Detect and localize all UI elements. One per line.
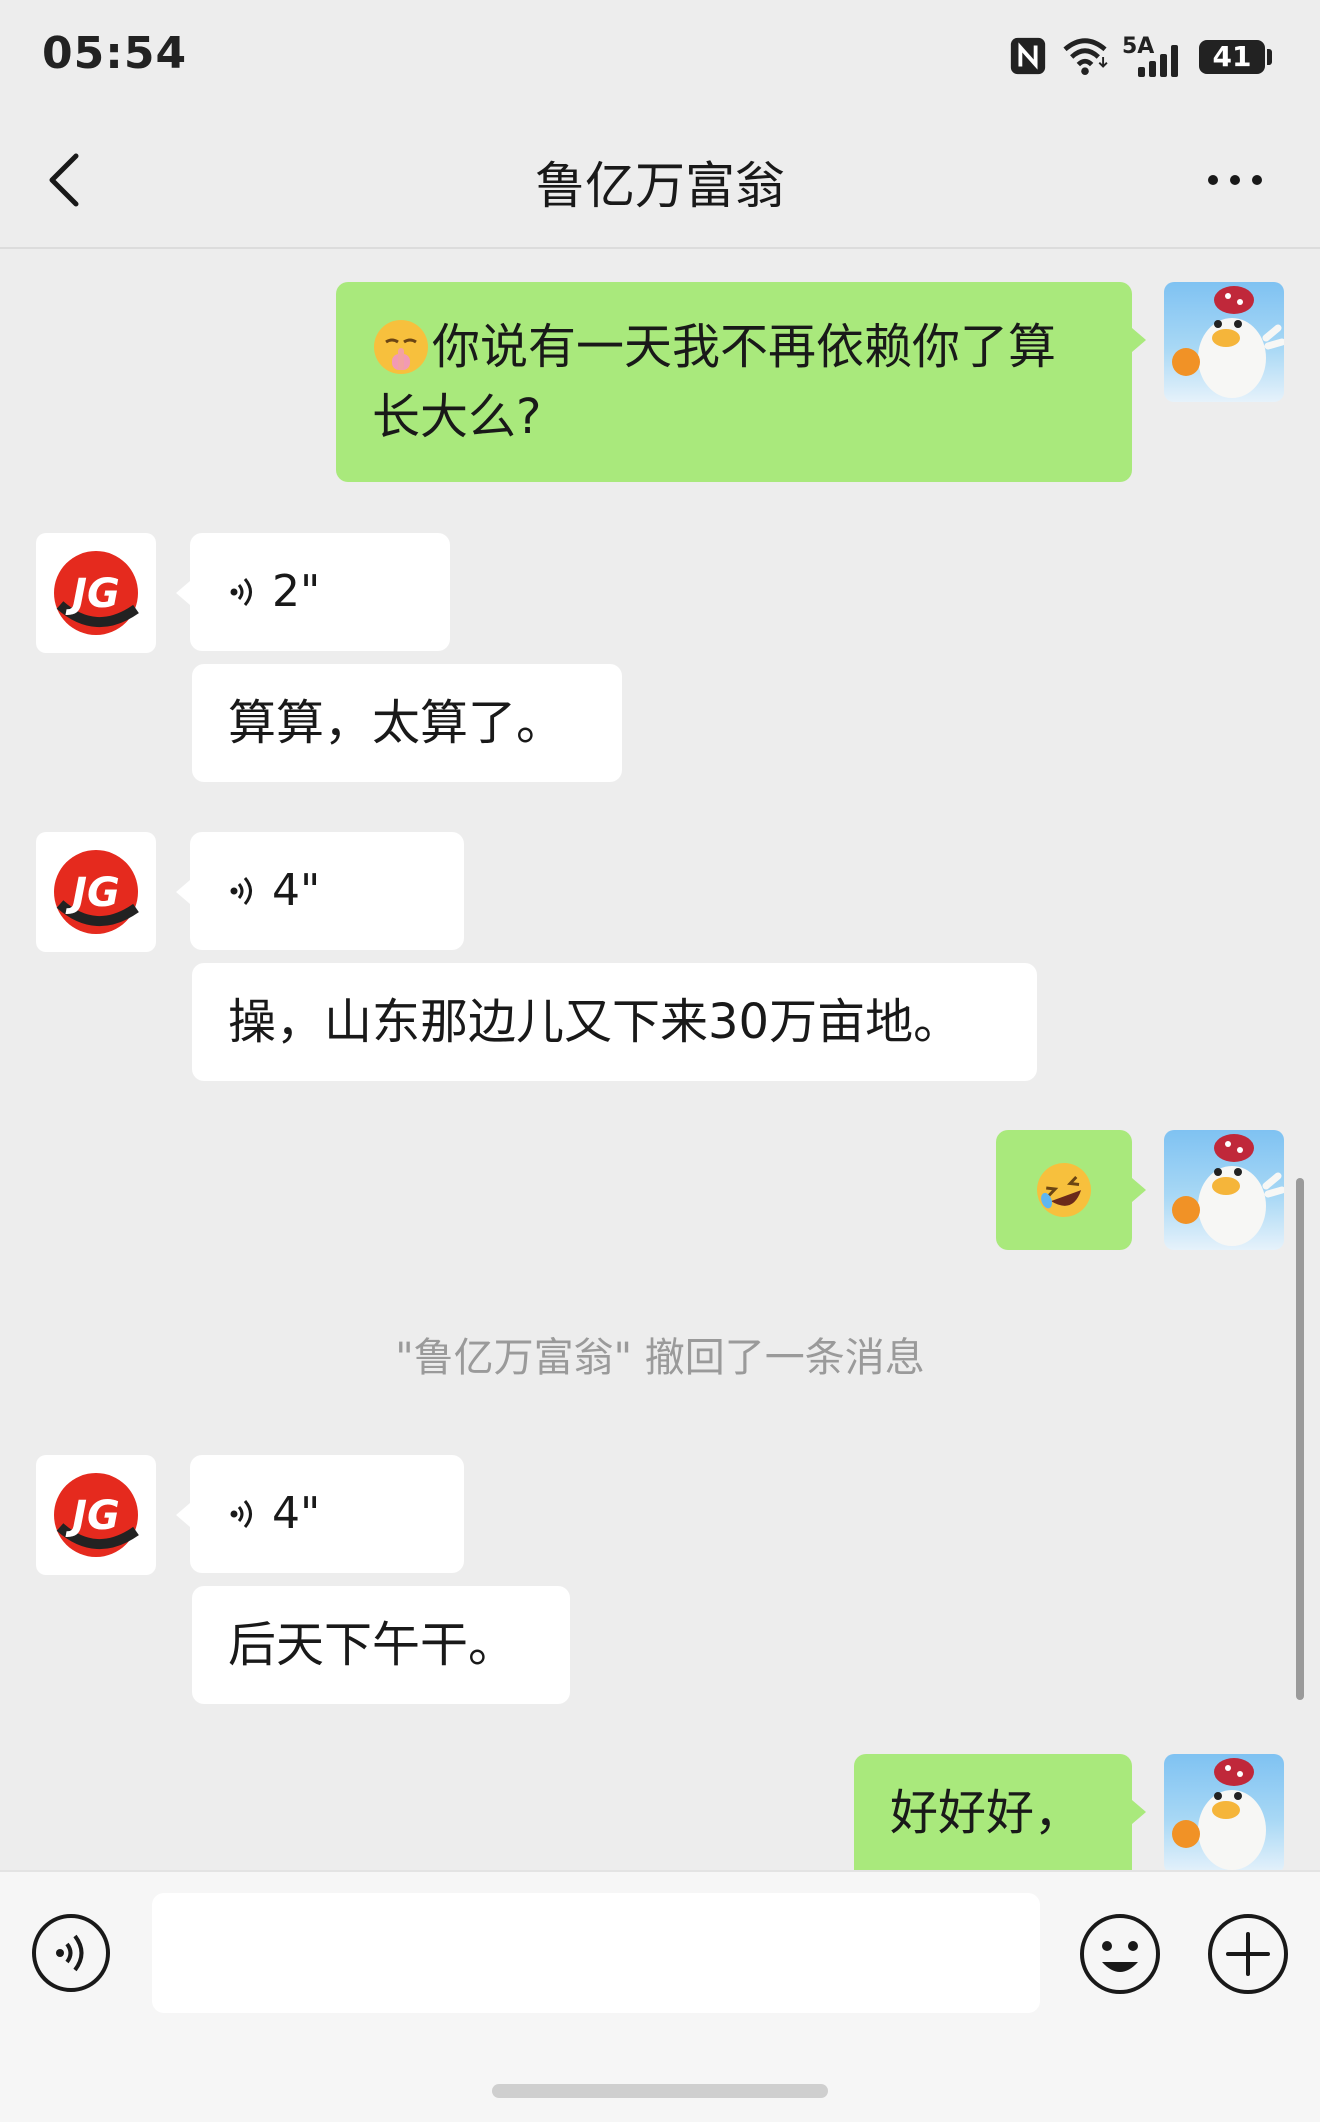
message-bubble-outgoing[interactable]: 你说有一天我不再依赖你了算 长大么? <box>336 282 1146 482</box>
voice-duration: 4" <box>272 1488 321 1539</box>
duck-avatar-icon <box>1172 1134 1284 1246</box>
contact-avatar[interactable]: JG <box>36 533 156 653</box>
home-indicator[interactable] <box>492 2084 828 2098</box>
contact-avatar[interactable]: JG <box>36 1455 156 1575</box>
voice-wave-icon <box>230 877 252 905</box>
voice-transcription: 算算，太算了。 <box>192 664 622 782</box>
svg-text:JG: JG <box>65 1493 120 1539</box>
message-text: 好好好， <box>890 1785 1083 1841</box>
voice-wave-icon <box>230 578 252 606</box>
message-input[interactable] <box>152 1893 1040 2013</box>
message-clip-area: 好好好， <box>0 1700 1320 1870</box>
transcription-text: 算算，太算了。 <box>228 695 565 751</box>
voice-duration: 2" <box>272 566 321 617</box>
svg-text:JG: JG <box>65 870 120 916</box>
shushing-face-emoji-icon <box>374 320 428 374</box>
contact-avatar[interactable]: JG <box>36 832 156 952</box>
chat-scrollbar[interactable] <box>1296 1178 1304 1700</box>
message-bubble-outgoing[interactable] <box>996 1130 1146 1250</box>
svg-text:JG: JG <box>65 571 120 617</box>
battery-tip <box>1267 49 1272 65</box>
voice-message-bubble[interactable]: 2" <box>176 533 450 651</box>
recall-system-message: "鲁亿万富翁" 撤回了一条消息 <box>395 1335 925 1381</box>
transcription-text: 操，山东那边儿又下来30万亩地。 <box>228 994 962 1050</box>
transcription-text: 后天下午干。 <box>228 1617 517 1673</box>
emoji-button[interactable] <box>1078 1912 1162 1996</box>
voice-wave-icon <box>230 1500 252 1528</box>
nfc-icon <box>1010 37 1046 75</box>
my-avatar[interactable] <box>1164 282 1284 402</box>
cellular-signal-icon <box>1138 45 1178 77</box>
rolling-laughing-emoji-icon <box>1037 1163 1091 1217</box>
jg-logo-icon: JG <box>54 1473 139 1557</box>
voice-message-bubble[interactable]: 4" <box>176 832 464 950</box>
voice-transcription: 后天下午干。 <box>192 1586 570 1704</box>
more-options-button[interactable] <box>1205 170 1265 190</box>
duck-avatar-icon <box>1172 286 1284 398</box>
message-bubble-outgoing[interactable]: 好好好， <box>854 1754 1146 1870</box>
voice-transcription: 操，山东那边儿又下来30万亩地。 <box>192 963 1037 1081</box>
wifi-icon <box>1063 38 1108 76</box>
chat-title: 鲁亿万富翁 <box>535 157 785 215</box>
jg-logo-icon: JG <box>54 551 139 635</box>
my-avatar[interactable] <box>1164 1130 1284 1250</box>
message-text-line-2: 长大么? <box>372 389 542 445</box>
status-time: 05:54 <box>42 28 188 79</box>
battery-icon: 41 <box>1199 40 1265 74</box>
message-text-line-1: 你说有一天我不再依赖你了算 <box>432 319 1057 375</box>
my-avatar[interactable] <box>1164 1754 1284 1870</box>
header-divider <box>0 247 1320 249</box>
voice-duration: 4" <box>272 865 321 916</box>
battery-level: 41 <box>1212 40 1252 73</box>
duck-avatar-icon <box>1172 1758 1266 1870</box>
add-attachment-button[interactable] <box>1206 1912 1290 1996</box>
jg-logo-icon: JG <box>54 850 139 934</box>
voice-message-bubble[interactable]: 4" <box>176 1455 464 1573</box>
voice-input-button[interactable] <box>30 1912 112 1994</box>
